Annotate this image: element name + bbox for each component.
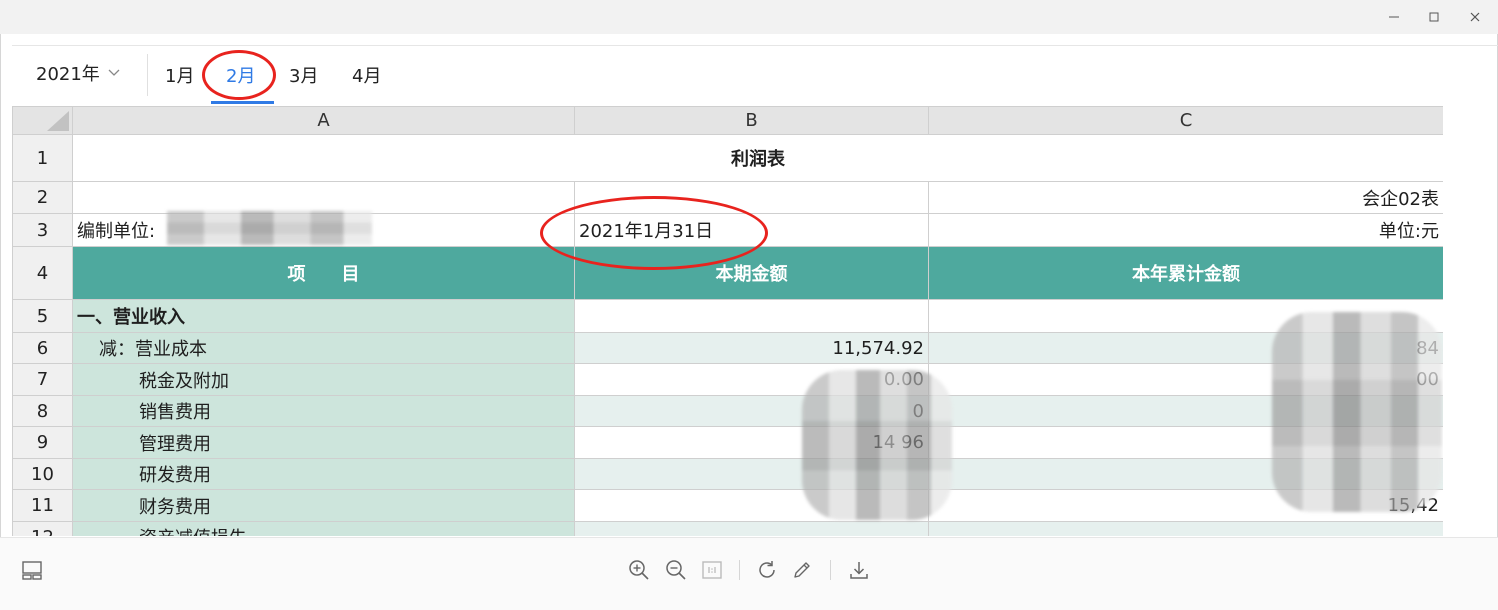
close-icon[interactable] bbox=[1462, 6, 1488, 28]
year-value: 2021年 bbox=[36, 64, 100, 85]
row-header[interactable]: 10 bbox=[12, 458, 73, 490]
year-select[interactable]: 2021年 bbox=[36, 60, 120, 86]
edit-icon[interactable] bbox=[788, 556, 816, 584]
ytd-amount-cell[interactable]: 00 bbox=[928, 363, 1443, 396]
current-amount-cell[interactable] bbox=[574, 299, 929, 333]
ytd-amount-cell[interactable] bbox=[928, 521, 1443, 536]
report-date[interactable]: 2021年1月31日 bbox=[574, 213, 929, 247]
maximize-icon[interactable] bbox=[1421, 6, 1447, 28]
row-header[interactable]: 9 bbox=[12, 426, 73, 459]
current-amount-cell[interactable] bbox=[574, 458, 929, 490]
ytd-amount-cell[interactable]: 15,42 bbox=[928, 489, 1443, 522]
zoom-out-icon[interactable] bbox=[662, 556, 690, 584]
select-all-corner[interactable] bbox=[12, 106, 73, 135]
header-item[interactable]: 项 目 bbox=[72, 246, 575, 300]
row-header[interactable]: 1 bbox=[12, 134, 73, 182]
row-header[interactable]: 11 bbox=[12, 489, 73, 522]
row-header[interactable]: 6 bbox=[12, 332, 73, 364]
item-cell[interactable]: 财务费用 bbox=[72, 489, 575, 522]
period-toolbar: 2021年 1月 2月 3月 4月 bbox=[12, 45, 1498, 106]
active-tab-indicator bbox=[211, 101, 274, 104]
current-amount-cell[interactable]: 14 96 bbox=[574, 426, 929, 459]
current-amount-cell[interactable]: 0.00 bbox=[574, 363, 929, 396]
income-statement-grid: A B C 1 利润表 2 会企02表 3 编制单位: 2021年1月31日 单… bbox=[12, 106, 1443, 536]
item-cell[interactable]: 一、营业收入 bbox=[72, 299, 575, 333]
item-cell[interactable]: 销售费用 bbox=[72, 395, 575, 427]
row-header[interactable]: 3 bbox=[12, 213, 73, 247]
chevron-down-icon bbox=[108, 69, 120, 76]
status-divider bbox=[739, 560, 740, 580]
org-label[interactable]: 编制单位: bbox=[72, 213, 575, 247]
tab-month-1[interactable]: 1月 bbox=[165, 62, 194, 88]
current-amount-cell[interactable]: 0 bbox=[574, 395, 929, 427]
row-header[interactable]: 12 bbox=[12, 521, 73, 536]
ytd-amount-cell[interactable]: 84 bbox=[928, 332, 1443, 364]
current-amount-cell[interactable] bbox=[574, 521, 929, 536]
toolbar-divider bbox=[147, 54, 148, 96]
column-header-c[interactable]: C bbox=[928, 106, 1443, 135]
tab-month-3[interactable]: 3月 bbox=[289, 62, 318, 88]
item-cell[interactable]: 管理费用 bbox=[72, 426, 575, 459]
header-current-amount[interactable]: 本期金额 bbox=[574, 246, 929, 300]
ytd-amount-cell[interactable] bbox=[928, 458, 1443, 490]
tab-month-2[interactable]: 2月 bbox=[226, 62, 255, 88]
rotate-icon[interactable] bbox=[753, 556, 781, 584]
item-cell[interactable]: 研发费用 bbox=[72, 458, 575, 490]
minimize-icon[interactable] bbox=[1381, 6, 1407, 28]
ytd-amount-cell[interactable] bbox=[928, 426, 1443, 459]
ytd-amount-cell[interactable] bbox=[928, 395, 1443, 427]
column-header-b[interactable]: B bbox=[574, 106, 929, 135]
column-header-a[interactable]: A bbox=[72, 106, 575, 135]
cell[interactable] bbox=[72, 181, 575, 214]
unit-label[interactable]: 单位:元 bbox=[928, 213, 1443, 247]
status-divider bbox=[830, 560, 831, 580]
row-header[interactable]: 2 bbox=[12, 181, 73, 214]
layout-icon[interactable] bbox=[18, 556, 46, 584]
ytd-amount-cell[interactable] bbox=[928, 299, 1443, 333]
item-cell[interactable]: 资产减值损失 bbox=[72, 521, 575, 536]
item-cell[interactable]: 减：营业成本 bbox=[72, 332, 575, 364]
cell[interactable] bbox=[574, 181, 929, 214]
header-ytd-amount[interactable]: 本年累计金额 bbox=[928, 246, 1443, 300]
title-bar bbox=[0, 0, 1498, 34]
tab-month-4[interactable]: 4月 bbox=[352, 62, 381, 88]
row-header[interactable]: 4 bbox=[12, 246, 73, 300]
current-amount-cell[interactable] bbox=[574, 489, 929, 522]
spreadsheet: A B C 1 利润表 2 会企02表 3 编制单位: 2021年1月31日 单… bbox=[12, 106, 1443, 536]
row-header[interactable]: 8 bbox=[12, 395, 73, 427]
form-code[interactable]: 会企02表 bbox=[928, 181, 1443, 214]
current-amount-cell[interactable]: 11,574.92 bbox=[574, 332, 929, 364]
row-header[interactable]: 5 bbox=[12, 299, 73, 333]
row-header[interactable]: 7 bbox=[12, 363, 73, 396]
report-title: 利润表 bbox=[72, 134, 1443, 182]
status-bar bbox=[0, 537, 1498, 610]
zoom-in-icon[interactable] bbox=[625, 556, 653, 584]
item-cell[interactable]: 税金及附加 bbox=[72, 363, 575, 396]
actual-size-icon[interactable] bbox=[698, 556, 726, 584]
download-icon[interactable] bbox=[845, 556, 873, 584]
